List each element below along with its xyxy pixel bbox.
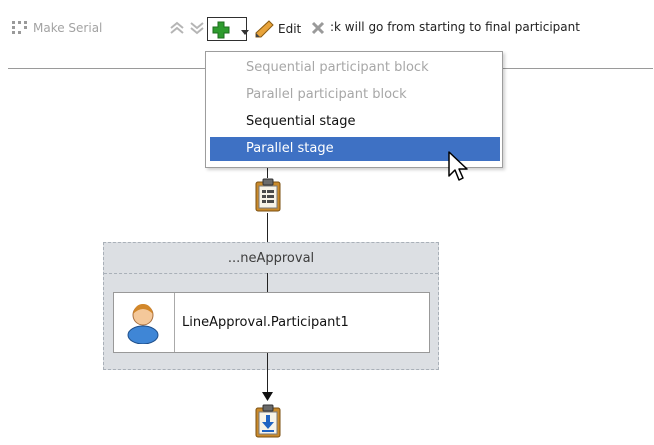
add-dropdown-button[interactable] (207, 17, 249, 41)
double-chevron-down-icon (188, 20, 206, 39)
user-avatar-icon (123, 302, 163, 348)
edit-button[interactable]: Edit (254, 20, 301, 38)
menu-item-parallel-participant-block[interactable]: Parallel participant block (210, 83, 500, 107)
clipboard-download-icon[interactable] (254, 404, 282, 442)
double-chevron-up-icon (168, 20, 186, 39)
pencil-icon (254, 20, 274, 38)
make-serial-label: Make Serial (33, 21, 103, 35)
status-text: :k will go from starting to final partic… (330, 20, 580, 34)
make-serial-button[interactable]: Make Serial (10, 20, 102, 36)
connector-line (267, 273, 268, 292)
move-up-button[interactable] (168, 20, 186, 39)
make-serial-icon (10, 20, 30, 36)
connector-line (267, 168, 268, 178)
arrow-down-icon (262, 392, 273, 401)
delete-button[interactable] (310, 20, 326, 39)
menu-item-sequential-participant-block[interactable]: Sequential participant block (210, 56, 500, 80)
clipboard-list-icon[interactable] (254, 178, 282, 216)
menu-item-sequential-stage[interactable]: Sequential stage (210, 110, 500, 134)
participant-separator (174, 293, 175, 352)
connector-line (267, 213, 268, 242)
move-down-button[interactable] (188, 20, 206, 39)
participant-label: LineApproval.Participant1 (182, 315, 349, 330)
edit-label: Edit (278, 22, 302, 36)
participant-block[interactable]: LineApproval.Participant1 (113, 292, 430, 353)
gray-x-icon (310, 20, 326, 39)
mouse-cursor-icon (448, 151, 468, 181)
stage-title: ...neApproval (104, 243, 438, 274)
